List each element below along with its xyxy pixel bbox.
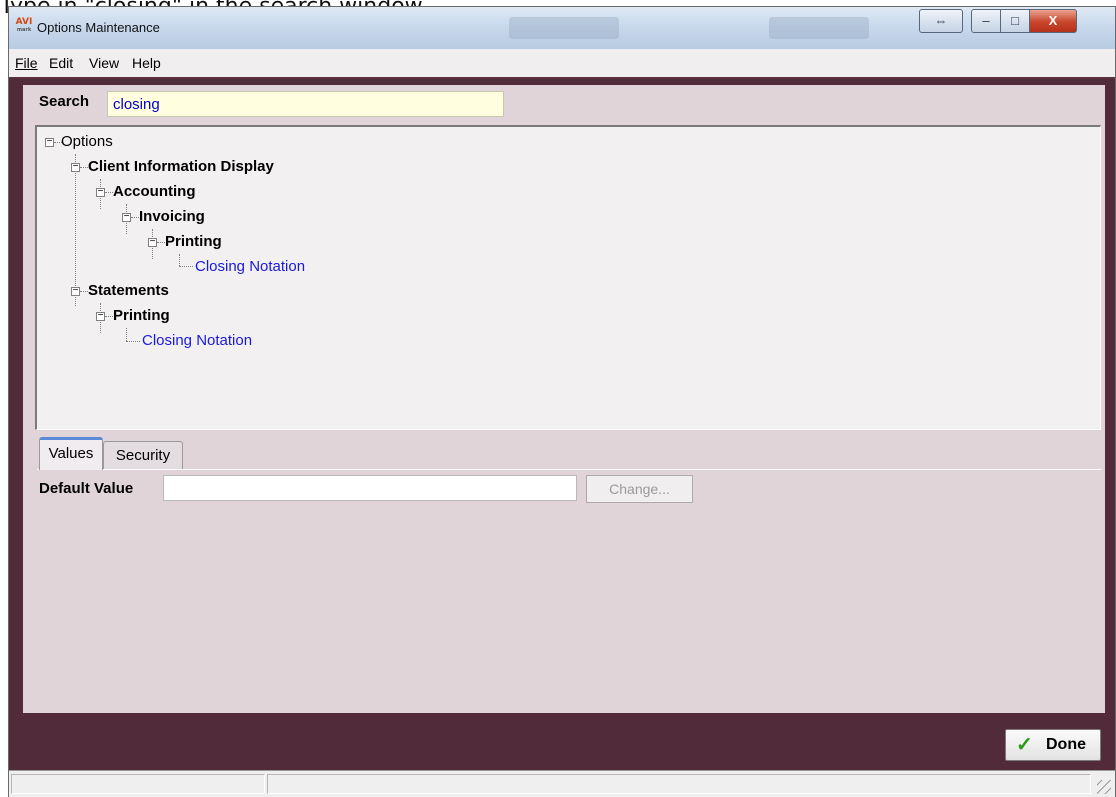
menu-view[interactable]: View xyxy=(89,55,119,71)
tree-node-printing[interactable]: Printing xyxy=(165,233,222,250)
collapse-options-icon[interactable]: − xyxy=(45,137,54,147)
search-label: Search xyxy=(39,93,90,110)
menu-bar: File Edit View Help xyxy=(9,49,1115,79)
maximize-button[interactable]: □ xyxy=(1000,9,1030,33)
avimark-app-icon: AVI mark xyxy=(15,17,33,34)
options-tree[interactable]: − Options − Client Information Display −… xyxy=(35,125,1101,430)
done-button[interactable]: ✓ Done xyxy=(1005,729,1101,761)
tab-values[interactable]: Values xyxy=(39,437,103,470)
background-blur xyxy=(509,17,619,39)
menu-file[interactable]: File xyxy=(15,55,38,71)
tab-security[interactable]: Security xyxy=(103,441,183,470)
menu-help[interactable]: Help xyxy=(132,55,161,71)
default-value-label: Default Value xyxy=(39,480,134,497)
collapse-client-info-icon[interactable]: − xyxy=(71,162,80,172)
menu-edit[interactable]: Edit xyxy=(49,55,73,71)
background-blur xyxy=(769,17,869,39)
tree-node-client-info[interactable]: Client Information Display xyxy=(88,158,274,175)
tree-node-printing[interactable]: Printing xyxy=(113,307,170,324)
main-panel: Search − Options − Client Information Di… xyxy=(23,85,1105,713)
collapse-invoicing-icon[interactable]: − xyxy=(122,212,131,222)
collapse-statements-icon[interactable]: − xyxy=(71,286,80,296)
tree-node-statements[interactable]: Statements xyxy=(88,282,169,299)
minimize-button[interactable]: – xyxy=(971,9,1001,33)
tab-divider xyxy=(37,469,1101,470)
tree-node-options[interactable]: Options xyxy=(61,133,113,150)
search-input[interactable] xyxy=(107,91,504,117)
done-label: Done xyxy=(1046,736,1086,753)
close-button[interactable]: X xyxy=(1029,9,1077,33)
status-bar xyxy=(9,770,1115,797)
status-segment xyxy=(11,774,265,794)
window-title: Options Maintenance xyxy=(37,20,160,35)
default-value-field[interactable] xyxy=(163,475,577,501)
collapse-printing-icon[interactable]: − xyxy=(96,311,105,321)
tree-node-closing-notation[interactable]: Closing Notation xyxy=(195,258,305,275)
checkmark-icon: ✓ xyxy=(1016,734,1033,756)
status-segment xyxy=(267,774,1091,794)
change-button[interactable]: Change... xyxy=(586,475,693,503)
resize-grip-icon[interactable] xyxy=(1097,780,1111,794)
collapse-accounting-icon[interactable]: − xyxy=(96,187,105,197)
options-maintenance-window: AVI mark Options Maintenance ⇔ – □ X File… xyxy=(8,6,1116,797)
tree-node-invoicing[interactable]: Invoicing xyxy=(139,208,205,225)
title-bar[interactable]: AVI mark Options Maintenance ⇔ – □ X xyxy=(9,7,1115,50)
collapse-printing-icon[interactable]: − xyxy=(148,237,157,247)
tree-node-closing-notation[interactable]: Closing Notation xyxy=(142,332,252,349)
tree-node-accounting[interactable]: Accounting xyxy=(113,183,196,200)
swap-window-button[interactable]: ⇔ xyxy=(919,9,963,33)
